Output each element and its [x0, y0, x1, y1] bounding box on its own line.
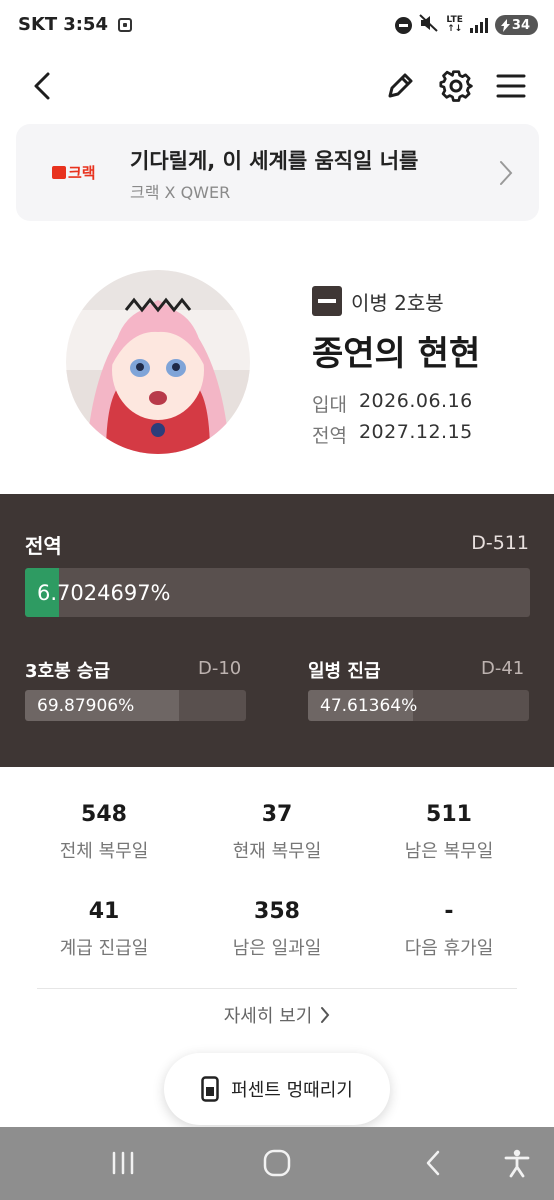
mute-icon: [419, 14, 439, 36]
do-not-disturb-icon: [395, 16, 413, 34]
network-activity: ↑↓: [447, 24, 463, 34]
promotion-a-dday: D-10: [198, 658, 242, 679]
divider: [37, 988, 517, 989]
pencil-icon: [388, 73, 413, 98]
avatar-image: [66, 270, 250, 454]
enlist-label: 입대: [312, 394, 347, 416]
enlist-row: 입대 2026.06.16: [312, 390, 473, 417]
chevron-right-icon: [321, 1007, 330, 1023]
discharge-label: 전역: [312, 425, 347, 447]
percent-idle-label: 퍼센트 멍때리기: [231, 1080, 353, 1101]
accessibility-button[interactable]: [497, 1145, 537, 1181]
status-right: LTE ↑↓ 34: [395, 14, 538, 36]
banner-title: 기다릴게, 이 세계를 움직일 너를: [130, 149, 419, 173]
promotion-a-progress-bar: 69.87906%: [25, 690, 246, 721]
see-more-link[interactable]: 자세히 보기: [0, 1002, 554, 1028]
stat-remaining-days: 511 남은 복무일: [357, 802, 541, 863]
rank-row: 이병 2호봉: [312, 286, 444, 316]
accessibility-icon: [504, 1149, 530, 1178]
promotion-a-label: 3호봉 승급: [25, 661, 111, 682]
percent-idle-button[interactable]: 퍼센트 멍때리기: [164, 1053, 390, 1125]
discharge-progress-bar: 6.7024697%: [25, 568, 530, 617]
promotion-b-dday: D-41: [481, 658, 525, 679]
top-nav: [0, 60, 554, 114]
back-button[interactable]: [22, 66, 62, 106]
stat-total-days: 548 전체 복무일: [12, 802, 196, 863]
status-left: SKT 3:54: [18, 14, 132, 35]
stat-label: 다음 휴가일: [404, 938, 494, 959]
banner-subtitle: 크랙 X QWER: [130, 183, 231, 202]
user-name: 종연의 현현: [312, 334, 481, 374]
progress-section: 전역 D-511 6.7024697% 3호봉 승급 D-10 69.87906…: [0, 494, 554, 767]
menu-icon: [496, 74, 526, 98]
home-icon: [263, 1149, 291, 1177]
clock: 3:54: [63, 14, 108, 35]
recent-apps-icon: [112, 1151, 134, 1175]
brand-mark-icon: [52, 166, 66, 179]
chevron-right-icon: [500, 161, 513, 185]
back-nav-icon: [426, 1150, 440, 1176]
stat-label: 전체 복무일: [59, 841, 149, 862]
back-nav-button[interactable]: [413, 1145, 453, 1181]
stat-next-leave: - 다음 휴가일: [357, 899, 541, 960]
stat-label: 현재 복무일: [232, 841, 322, 862]
stat-value: 37: [261, 802, 293, 827]
edit-button[interactable]: [380, 66, 420, 106]
discharge-progress-label: 전역: [25, 534, 62, 558]
stat-value: 358: [254, 899, 300, 924]
enlist-date: 2026.06.16: [358, 390, 473, 412]
gear-icon: [439, 70, 473, 102]
battery-icon: 34: [494, 15, 538, 35]
app-notification-icon: [117, 17, 132, 32]
brand-logo: 크랙: [52, 162, 96, 183]
phone-icon: [201, 1076, 219, 1102]
stat-rank-promotion-days: 41 계급 진급일: [12, 899, 196, 960]
network-type: LTE ↑↓: [446, 16, 463, 34]
stat-current-days: 37 현재 복무일: [185, 802, 369, 863]
stat-label: 계급 진급일: [59, 938, 149, 959]
stat-value: 41: [88, 899, 120, 924]
system-nav-bar: [0, 1127, 554, 1200]
stat-value: 548: [81, 802, 127, 827]
battery-level: 34: [511, 17, 530, 33]
promotion-b-label: 일병 진급: [308, 661, 381, 682]
discharge-date: 2027.12.15: [358, 421, 473, 443]
carrier: SKT: [18, 14, 58, 35]
brand-logo-text: 크랙: [68, 164, 96, 182]
stat-remaining-workdays: 358 남은 일과일: [185, 899, 369, 960]
back-icon: [34, 72, 50, 100]
promo-banner[interactable]: 크랙 기다릴게, 이 세계를 움직일 너를 크랙 X QWER: [16, 124, 539, 221]
discharge-dday: D-511: [471, 532, 529, 554]
settings-button[interactable]: [436, 66, 476, 106]
see-more-label: 자세히 보기: [223, 1006, 313, 1027]
stat-label: 남은 일과일: [232, 938, 322, 959]
stat-label: 남은 복무일: [404, 841, 494, 862]
rank-insignia-icon: [312, 286, 342, 316]
menu-button[interactable]: [491, 66, 531, 106]
recent-apps-button[interactable]: [103, 1145, 143, 1181]
avatar[interactable]: [66, 270, 250, 454]
stat-value: 511: [426, 802, 472, 827]
status-bar: SKT 3:54 LTE ↑↓ 34: [0, 0, 554, 52]
promotion-b-progress-bar: 47.61364%: [308, 690, 529, 721]
stat-value: -: [444, 899, 454, 924]
rank-text: 이병 2호봉: [351, 290, 444, 315]
promotion-b-percent: 47.61364%: [320, 695, 418, 716]
discharge-row: 전역 2027.12.15: [312, 421, 473, 448]
discharge-progress-percent: 6.7024697%: [37, 580, 171, 605]
signal-icon: [469, 17, 488, 33]
home-button[interactable]: [257, 1145, 297, 1181]
promotion-a-percent: 69.87906%: [37, 695, 135, 716]
